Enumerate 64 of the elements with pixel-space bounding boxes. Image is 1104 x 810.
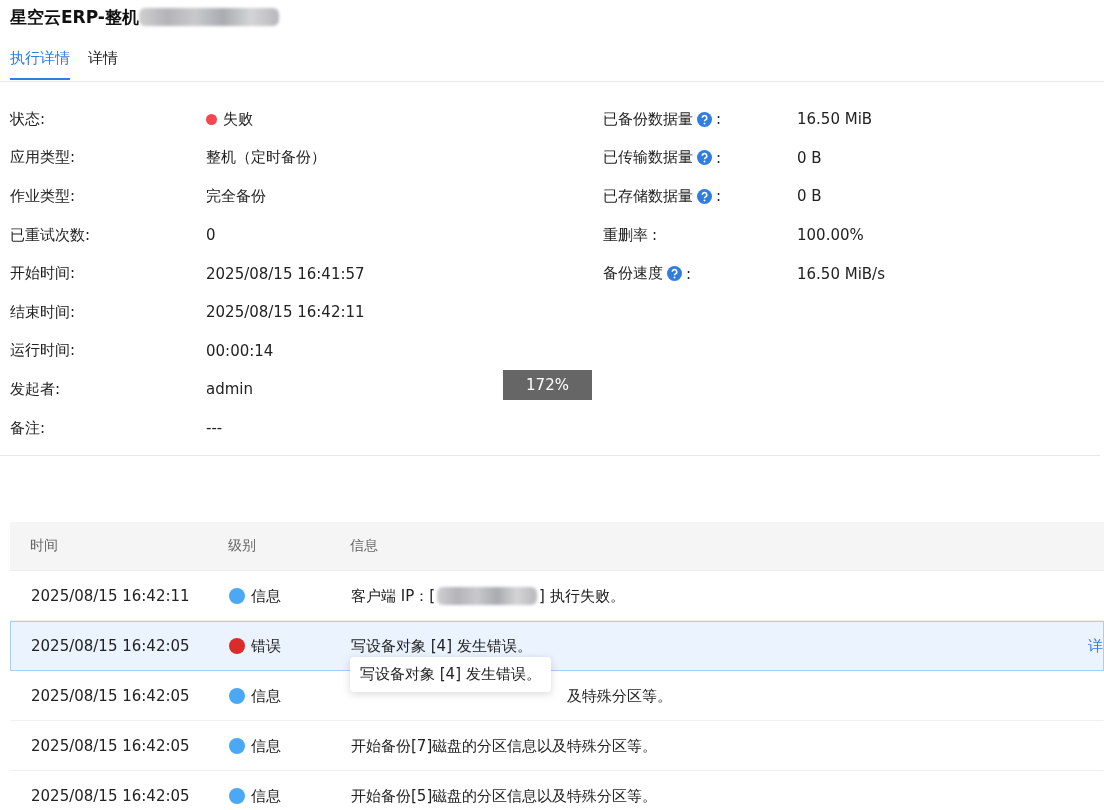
detail-label: 开始时间: xyxy=(10,263,76,285)
detail-label: 作业类型: xyxy=(10,186,76,207)
detail-label: 状态: xyxy=(10,108,46,130)
details-link[interactable]: 详 xyxy=(1088,636,1103,656)
detail-value: 失败 xyxy=(223,109,253,129)
detail-value: 0 B xyxy=(797,186,822,208)
help-icon[interactable] xyxy=(697,150,712,166)
detail-label: 已传输数据量 xyxy=(603,148,693,168)
colon: : xyxy=(686,264,692,283)
colon: : xyxy=(716,148,722,167)
message-cell: 写设备对象 [4] 发生错误。 xyxy=(351,636,532,656)
message-cell: 客户端 IP：[ xyxy=(351,586,436,606)
time-cell-text: 2025/08/15 16:42:05 xyxy=(31,637,191,655)
time-cell-text: 2025/08/15 16:42:05 xyxy=(31,737,191,755)
help-icon[interactable] xyxy=(697,189,712,204)
zoom-indicator: 172% xyxy=(503,370,592,400)
message-cell: 开始备份[7]磁盘的分区信息以及特殊分区等。 xyxy=(351,736,658,756)
log-row[interactable]: 2025/08/15 16:42:05 信息 开始备份[7]磁盘的分区信息以及特殊分区等。 xyxy=(10,721,1104,771)
detail-value: 完全备份 xyxy=(206,187,266,206)
tooltip: 写设备对象 [4] 发生错误。 xyxy=(350,657,551,692)
detail-value: 100.00% xyxy=(797,225,864,247)
level-cell: 信息 xyxy=(251,686,281,706)
colon: : xyxy=(716,187,722,206)
detail-value: 00:00:14 xyxy=(206,341,274,360)
detail-label: 发起者: xyxy=(10,378,61,400)
colon: : xyxy=(652,226,658,245)
column-header: 时间 xyxy=(30,537,59,555)
detail-value: 16.50 MiB xyxy=(797,109,873,131)
help-icon[interactable] xyxy=(697,111,712,127)
detail-value: --- xyxy=(206,419,223,438)
detail-value: 16.50 MiB/s xyxy=(797,263,885,285)
detail-value: 0 B xyxy=(797,147,822,169)
detail-label: 已重试次数: xyxy=(10,224,91,246)
detail-label: 已存储数据量 xyxy=(603,187,693,206)
detail-value: 整机（定时备份） xyxy=(206,148,326,168)
level-cell: 错误 xyxy=(251,636,281,656)
level-cell: 信息 xyxy=(251,736,281,756)
tab[interactable]: 执行详情 xyxy=(10,46,70,80)
detail-label: 已备份数据量 xyxy=(603,109,693,129)
detail-label: 运行时间: xyxy=(10,340,76,362)
time-cell-text: 2025/08/15 16:42:05 xyxy=(31,687,191,705)
detail-label: 备份速度 xyxy=(603,264,663,284)
detail-value: 2025/08/15 16:41:57 xyxy=(206,264,365,283)
detail-label: 结束时间: xyxy=(10,301,76,323)
level-cell: 信息 xyxy=(251,786,281,806)
message-cell: 开始备份[5]磁盘的分区信息以及特殊分区等。 xyxy=(351,786,658,806)
level-cell: 信息 xyxy=(251,586,281,606)
time-cell-text: 2025/08/15 16:42:11 xyxy=(31,587,191,605)
column-header: 级别 xyxy=(228,537,257,555)
help-icon[interactable] xyxy=(667,266,682,282)
detail-value: 0 xyxy=(206,226,216,245)
detail-label: 重删率 xyxy=(603,225,648,245)
message-cell: 及特殊分区等。 xyxy=(567,686,672,706)
colon: : xyxy=(716,110,722,129)
detail-value: admin xyxy=(206,380,253,399)
detail-label: 备注: xyxy=(10,417,46,439)
detail-label: 应用类型: xyxy=(10,147,76,169)
message-cell: ] 执行失败。 xyxy=(539,586,625,606)
page-title: 星空云ERP-整机 xyxy=(10,5,139,29)
time-cell-text: 2025/08/15 16:42:05 xyxy=(31,787,191,805)
detail-value: 2025/08/15 16:42:11 xyxy=(206,303,365,322)
column-header: 信息 xyxy=(350,537,379,555)
log-row[interactable]: 2025/08/15 16:42:05 信息 开始备份[5]磁盘的分区信息以及特殊分区等。 xyxy=(10,771,1104,810)
tab[interactable]: 详情 xyxy=(88,46,118,80)
